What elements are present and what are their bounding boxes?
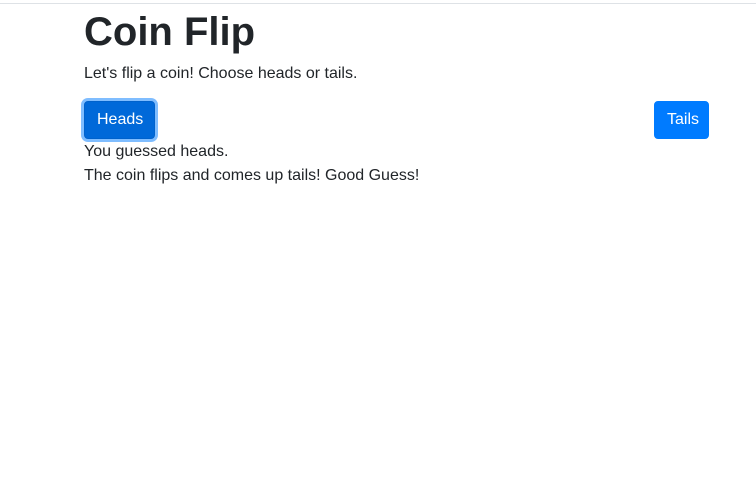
guess-result-text: You guessed heads. [84, 143, 229, 160]
main-container: Coin Flip Let's flip a coin! Choose head… [84, 0, 709, 488]
tails-button[interactable]: Tails [654, 101, 709, 139]
flip-outcome-text: The coin flips and comes up tails! Good … [84, 167, 420, 184]
heads-button[interactable]: Heads [84, 101, 155, 139]
page-title: Coin Flip [84, 10, 256, 54]
intro-text: Let's flip a coin! Choose heads or tails… [84, 65, 358, 82]
